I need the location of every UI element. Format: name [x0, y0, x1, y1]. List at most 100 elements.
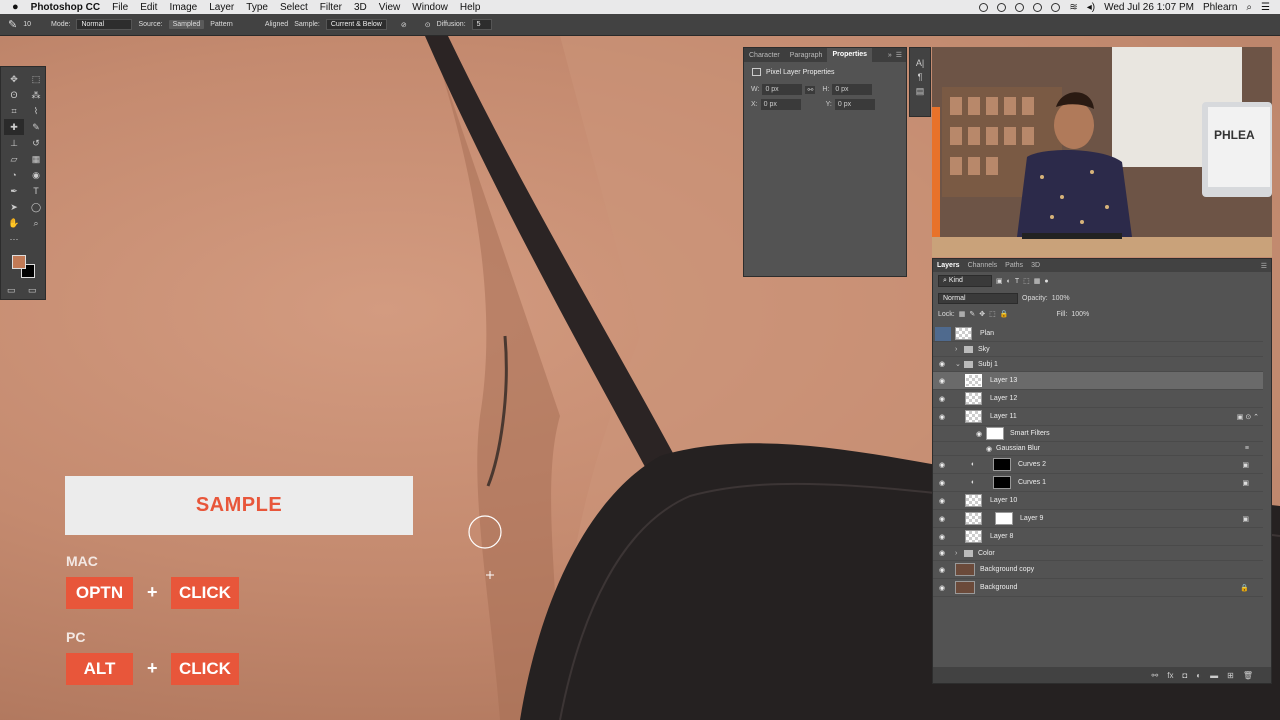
menu-select[interactable]: Select — [280, 2, 308, 13]
filter-adjust-icon[interactable]: ◐ — [1007, 278, 1011, 285]
filter-smart-icon[interactable]: ▦ — [1034, 277, 1041, 285]
link-layers-icon[interactable]: ⚯ — [1152, 671, 1159, 680]
volume-icon[interactable]: ◂) — [1087, 2, 1095, 13]
kind-filter-select[interactable]: ⌕ Kind — [938, 275, 992, 287]
clone-stamp-icon[interactable]: ⊥ — [4, 135, 24, 151]
layer-row-layer11[interactable]: ◉ Layer 11 ▣ ⊙ ⌃ — [933, 408, 1263, 426]
path-select-icon[interactable]: ➤ — [4, 199, 24, 215]
new-adjustment-icon[interactable]: ◐ — [1196, 671, 1201, 680]
lock-artboard-icon[interactable]: ⬚ — [989, 310, 996, 318]
x-field[interactable]: 0 px — [760, 99, 801, 110]
source-pattern-button[interactable]: Pattern — [210, 21, 233, 28]
pen-tool-icon[interactable]: ✒ — [4, 183, 24, 199]
healing-brush-icon[interactable]: ✎ — [8, 18, 17, 31]
menu-filter[interactable]: Filter — [320, 2, 342, 13]
layer-row-color[interactable]: ◉ › Color — [933, 546, 1263, 561]
add-mask-icon[interactable]: ◘ — [1182, 671, 1187, 680]
layer-row-gaussian-blur[interactable]: ◉ Gaussian Blur ≡ — [933, 442, 1263, 456]
menu-type[interactable]: Type — [246, 2, 268, 13]
eye-icon[interactable]: ◉ — [939, 515, 947, 523]
history-brush-icon[interactable]: ↺ — [26, 135, 46, 151]
menu-3d[interactable]: 3D — [354, 2, 367, 13]
layer-row-layer8[interactable]: ◉ Layer 8 — [933, 528, 1263, 546]
blur-tool-icon[interactable]: ◔ — [4, 167, 24, 183]
crop-tool-icon[interactable]: ⌗ — [4, 103, 24, 119]
layer-row-layer9[interactable]: ◉ Layer 9 ▣ — [933, 510, 1263, 528]
layer-row-smart-filters[interactable]: ◉ Smart Filters — [933, 426, 1263, 442]
eye-icon[interactable]: ◉ — [976, 430, 982, 438]
menu-window[interactable]: Window — [412, 2, 448, 13]
lock-transparency-icon[interactable]: ▦ — [959, 310, 966, 318]
w-field[interactable]: 0 px — [762, 84, 803, 95]
type-tool-icon[interactable]: T — [26, 183, 46, 199]
eraser-icon[interactable]: ▱ — [4, 151, 24, 167]
properties-panel-icon[interactable]: ▤ — [910, 86, 930, 97]
layers-menu-icon[interactable]: ☰ — [1261, 262, 1267, 270]
layer-row-plan[interactable]: Plan — [933, 326, 1263, 342]
clock[interactable]: Wed Jul 26 1:07 PM — [1104, 2, 1194, 13]
hand-tool-icon[interactable]: ✋ — [4, 215, 24, 231]
user-name[interactable]: Phlearn — [1203, 2, 1237, 13]
status-icon[interactable] — [979, 2, 989, 12]
lock-pixels-icon[interactable]: ✎ — [969, 310, 975, 318]
opacity-value[interactable]: 100% — [1052, 295, 1070, 302]
menu-file[interactable]: File — [112, 2, 128, 13]
tab-character[interactable]: Character — [744, 52, 785, 59]
layer-row-layer12[interactable]: ◉ Layer 12 — [933, 390, 1263, 408]
eyedropper-icon[interactable]: ⌇ — [26, 103, 46, 119]
chevron-right-icon[interactable]: › — [955, 550, 957, 557]
menu-list-icon[interactable]: ☰ — [1261, 2, 1270, 13]
dodge-tool-icon[interactable]: ◉ — [26, 167, 46, 183]
filter-pixel-icon[interactable]: ▣ — [996, 277, 1003, 285]
layer-row-background[interactable]: ◉ Background 🔒 — [933, 579, 1263, 597]
layer-row-curves2[interactable]: ◉ ◐ Curves 2 ▣ — [933, 456, 1263, 474]
trash-icon[interactable]: 🗑 — [1243, 671, 1253, 680]
layer-row-layer10[interactable]: ◉ Layer 10 — [933, 492, 1263, 510]
source-sampled-button[interactable]: Sampled — [168, 20, 205, 29]
eye-icon[interactable]: ◉ — [939, 584, 947, 592]
eye-icon[interactable]: ◉ — [939, 497, 947, 505]
sample-select[interactable]: Current & Below — [325, 19, 387, 30]
pressure-icon[interactable]: ⊙ — [425, 21, 431, 29]
search-icon[interactable]: ⌕ — [1246, 2, 1252, 13]
gradient-icon[interactable]: ▦ — [26, 151, 46, 167]
paragraph-panel-icon[interactable]: ¶ — [910, 72, 930, 82]
panel-menu-icon[interactable]: ☰ — [896, 51, 902, 59]
menu-layer[interactable]: Layer — [209, 2, 234, 13]
marquee-tool-icon[interactable]: ⬚ — [26, 71, 46, 87]
lock-position-icon[interactable]: ✥ — [979, 310, 985, 318]
layer-row-background-copy[interactable]: ◉ Background copy — [933, 561, 1263, 579]
screen-mode-icon[interactable]: ▭ — [28, 285, 37, 296]
filter-options-icon[interactable]: ≡ — [1245, 445, 1249, 452]
fx-icon[interactable]: fx — [1167, 671, 1173, 680]
eye-icon[interactable]: ◉ — [939, 395, 947, 403]
layer-row-layer13[interactable]: ◉ Layer 13 — [933, 372, 1263, 390]
diffusion-field[interactable]: 5 — [471, 19, 492, 30]
move-tool-icon[interactable]: ✥ — [4, 71, 24, 87]
eye-icon[interactable]: ◉ — [939, 533, 947, 541]
menu-help[interactable]: Help — [460, 2, 481, 13]
zoom-tool-icon[interactable]: ⌕ — [26, 215, 46, 231]
filter-toggle-icon[interactable]: ● — [1044, 278, 1048, 285]
quick-mask-icon[interactable]: ▭ — [7, 285, 16, 296]
shape-tool-icon[interactable]: ◯ — [26, 199, 46, 215]
aligned-checkbox[interactable]: Aligned — [265, 21, 288, 28]
fill-value[interactable]: 100% — [1071, 311, 1089, 318]
apple-icon[interactable]: ● — [12, 1, 19, 13]
brush-size[interactable]: 10 — [23, 21, 31, 28]
tab-paragraph[interactable]: Paragraph — [785, 52, 828, 59]
link-icon[interactable]: ⚯ — [805, 85, 816, 94]
foreground-color-swatch[interactable] — [12, 255, 26, 269]
eye-icon[interactable]: ◉ — [939, 413, 947, 421]
chevron-right-icon[interactable]: › — [955, 346, 957, 353]
eye-icon[interactable]: ◉ — [939, 566, 947, 574]
eye-icon[interactable]: ◉ — [939, 479, 947, 487]
menu-image[interactable]: Image — [169, 2, 197, 13]
eye-icon[interactable]: ◉ — [939, 461, 947, 469]
eye-icon[interactable]: ◉ — [939, 360, 947, 368]
new-group-icon[interactable]: ▬ — [1210, 671, 1218, 680]
time-machine-icon[interactable] — [1033, 2, 1043, 12]
menu-edit[interactable]: Edit — [140, 2, 157, 13]
h-field[interactable]: 0 px — [832, 84, 873, 95]
chevron-down-icon[interactable]: ⌄ — [955, 360, 961, 368]
